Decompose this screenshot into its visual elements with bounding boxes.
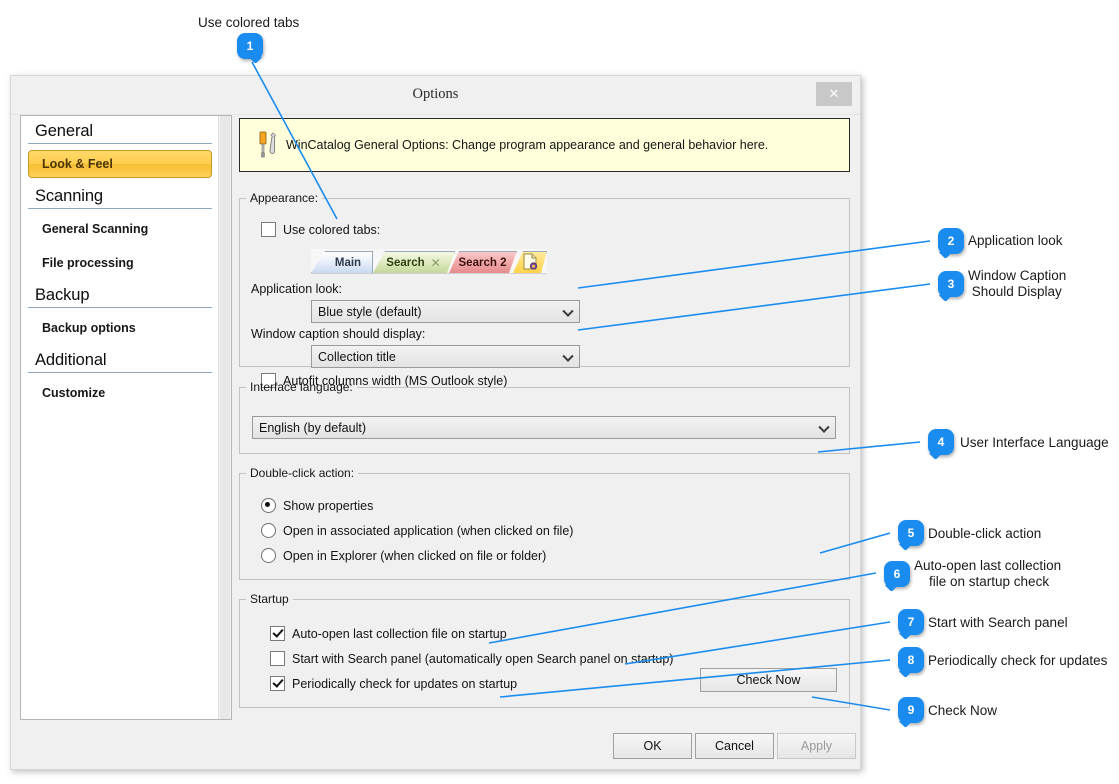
callout-label-4: User Interface Language: [960, 435, 1109, 451]
sidebar-item-file-processing[interactable]: File processing: [28, 249, 212, 277]
window-caption-select[interactable]: Collection title: [311, 345, 580, 368]
window-caption-value: Collection title: [312, 350, 396, 364]
info-banner-text: WinCatalog General Options: Change progr…: [286, 138, 768, 152]
callout-label-1: Use colored tabs: [198, 15, 299, 31]
application-look-select[interactable]: Blue style (default): [311, 300, 580, 323]
startup-group: Startup Auto-open last collection file o…: [239, 592, 850, 708]
radio-open-associated[interactable]: [261, 523, 276, 538]
radio-show-properties[interactable]: [261, 498, 276, 513]
sidebar-scrollbar[interactable]: [218, 116, 231, 719]
interface-language-select[interactable]: English (by default): [252, 416, 836, 439]
cancel-button[interactable]: Cancel: [695, 733, 774, 759]
callout-badge-8[interactable]: 8: [898, 647, 924, 673]
radio-open-explorer[interactable]: [261, 548, 276, 563]
dialog-body: General Look & Feel Scanning General Sca…: [11, 114, 860, 723]
callout-badge-7[interactable]: 7: [898, 609, 924, 635]
chevron-down-icon: [562, 350, 573, 361]
page-title: Options: [11, 86, 860, 103]
double-click-action-legend: Double-click action:: [246, 466, 358, 480]
callout-badge-4[interactable]: 4: [928, 429, 954, 455]
start-with-search-panel-label: Start with Search panel (automatically o…: [292, 652, 673, 666]
radio-open-associated-label: Open in associated application (when cli…: [283, 524, 573, 538]
auto-open-last-collection-row[interactable]: Auto-open last collection file on startu…: [270, 626, 507, 641]
sidebar-group-additional: Additional: [28, 346, 212, 373]
callout-label-8: Periodically check for updates: [928, 653, 1107, 669]
callout-badge-2[interactable]: 2: [938, 228, 964, 254]
double-click-action-group: Double-click action: Show properties Ope…: [239, 466, 850, 580]
title-bar: Options ✕: [11, 76, 860, 115]
use-colored-tabs-label: Use colored tabs:: [283, 223, 380, 237]
window-caption-label: Window caption should display:: [251, 327, 425, 341]
callout-badge-3[interactable]: 3: [938, 271, 964, 297]
preview-tab-search[interactable]: Search ✕: [373, 251, 455, 273]
callout-label-7: Start with Search panel: [928, 615, 1068, 631]
appearance-group-legend: Appearance:: [246, 191, 322, 205]
dialog-footer: OK Cancel Apply: [11, 723, 860, 769]
apply-button[interactable]: Apply: [777, 733, 856, 759]
preview-tab-icon[interactable]: [513, 251, 547, 273]
sidebar-item-general-scanning[interactable]: General Scanning: [28, 215, 212, 243]
callout-label-6: Auto-open last collection file on startu…: [914, 558, 1061, 590]
preview-tab-main[interactable]: Main: [311, 251, 373, 273]
start-with-search-panel-checkbox[interactable]: [270, 651, 285, 666]
sidebar-scrollbar-thumb[interactable]: [220, 116, 230, 719]
tools-icon: [250, 130, 286, 160]
radio-show-properties-row[interactable]: Show properties: [261, 498, 373, 513]
callout-badge-6[interactable]: 6: [884, 561, 910, 587]
interface-language-group: Interface language: English (by default): [239, 380, 850, 454]
preview-tab-close-icon[interactable]: ✕: [431, 256, 441, 270]
auto-open-last-collection-label: Auto-open last collection file on startu…: [292, 627, 507, 641]
callout-label-9: Check Now: [928, 703, 997, 719]
appearance-group: Appearance: Use colored tabs: Main Searc…: [239, 191, 850, 367]
callout-label-5: Double-click action: [928, 526, 1041, 542]
periodically-check-updates-row[interactable]: Periodically check for updates on startu…: [270, 676, 517, 691]
document-lock-icon: [522, 253, 538, 273]
sidebar-group-general: General: [28, 116, 212, 144]
sidebar-items-container: General Look & Feel Scanning General Sca…: [21, 116, 219, 719]
auto-open-last-collection-checkbox[interactable]: [270, 626, 285, 641]
callout-badge-5[interactable]: 5: [898, 520, 924, 546]
sidebar: General Look & Feel Scanning General Sca…: [20, 115, 232, 720]
info-banner: WinCatalog General Options: Change progr…: [239, 118, 850, 172]
start-with-search-panel-row[interactable]: Start with Search panel (automatically o…: [270, 651, 673, 666]
application-look-label: Application look:: [251, 282, 342, 296]
ok-button[interactable]: OK: [613, 733, 692, 759]
sidebar-item-customize[interactable]: Customize: [28, 379, 212, 407]
application-look-value: Blue style (default): [312, 305, 422, 319]
radio-open-explorer-label: Open in Explorer (when clicked on file o…: [283, 549, 546, 563]
callout-label-3: Window Caption Should Display: [968, 268, 1066, 300]
callout-badge-9[interactable]: 9: [898, 697, 924, 723]
chevron-down-icon: [562, 305, 573, 316]
use-colored-tabs-checkbox[interactable]: [261, 222, 276, 237]
interface-language-legend: Interface language:: [246, 380, 357, 394]
periodically-check-updates-checkbox[interactable]: [270, 676, 285, 691]
radio-show-properties-label: Show properties: [283, 499, 373, 513]
check-now-button[interactable]: Check Now: [700, 668, 837, 692]
sidebar-group-backup: Backup: [28, 281, 212, 308]
settings-pane: WinCatalog General Options: Change progr…: [239, 115, 850, 720]
colored-tabs-preview: Main Search ✕ Search 2: [311, 249, 547, 274]
options-dialog: Options ✕ General Look & Feel Scanning G…: [10, 75, 861, 770]
sidebar-group-scanning: Scanning: [28, 182, 212, 209]
callout-badge-1[interactable]: 1: [237, 33, 263, 59]
callout-label-2: Application look: [968, 233, 1063, 249]
chevron-down-icon: [818, 421, 829, 432]
preview-tab-search-label: Search: [386, 257, 424, 269]
use-colored-tabs-checkbox-row[interactable]: Use colored tabs:: [261, 222, 380, 237]
preview-tab-search2[interactable]: Search 2: [449, 251, 517, 273]
sidebar-item-backup-options[interactable]: Backup options: [28, 314, 212, 342]
radio-open-explorer-row[interactable]: Open in Explorer (when clicked on file o…: [261, 548, 546, 563]
radio-open-associated-row[interactable]: Open in associated application (when cli…: [261, 523, 573, 538]
interface-language-value: English (by default): [253, 421, 366, 435]
sidebar-item-look-and-feel[interactable]: Look & Feel: [28, 150, 212, 178]
startup-legend: Startup: [246, 592, 293, 606]
close-icon[interactable]: ✕: [816, 82, 852, 106]
periodically-check-updates-label: Periodically check for updates on startu…: [292, 677, 517, 691]
